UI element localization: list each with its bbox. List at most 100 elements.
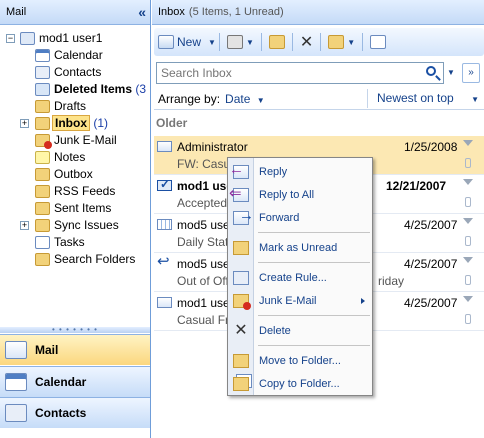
reply-options-button[interactable]: ▼ [324, 31, 359, 53]
print-dropdown-icon[interactable]: ▼ [246, 38, 254, 47]
tree-item-label: Contacts [54, 65, 102, 79]
tree-item-label: RSS Feeds [54, 184, 116, 198]
reply-all-icon [229, 184, 249, 202]
category-box[interactable] [465, 236, 471, 246]
tree-item-label: Notes [54, 150, 86, 164]
search-folders-icon [35, 253, 50, 266]
message-subject: Out of Off [177, 274, 229, 288]
inbox-icon [35, 117, 50, 130]
reply-options-icon [328, 35, 345, 49]
deleted-items-icon [35, 83, 50, 96]
reply-options-dropdown-icon[interactable]: ▼ [347, 38, 355, 47]
tree-item-sent-items[interactable]: Sent Items [0, 200, 150, 217]
arrange-bar: Arrange by: Date ▼ Newest on top ▼ [154, 88, 484, 110]
menu-item-reply[interactable]: Reply [228, 161, 372, 182]
nav-button-label: Mail [35, 343, 59, 357]
delete-button[interactable]: ✕ [296, 31, 317, 53]
category-box[interactable] [465, 275, 471, 285]
tree-item-deleted-items[interactable]: Deleted Items (3 [0, 81, 150, 98]
collapse-expander-icon[interactable]: − [6, 34, 15, 43]
menu-item-delete[interactable]: ✕ Delete [228, 321, 372, 341]
tree-item-sync-issues[interactable]: + Sync Issues [0, 217, 150, 234]
outbox-icon [35, 168, 50, 181]
tree-item-notes[interactable]: Notes [0, 149, 150, 166]
pane-splitter-grip[interactable]: • • • • • • • [0, 326, 150, 334]
arrange-by-value: Date [225, 91, 251, 106]
nav-button-mail[interactable]: Mail [0, 334, 150, 365]
new-button[interactable]: New [154, 31, 205, 53]
menu-item-label: Create Rule... [259, 272, 327, 284]
expand-expander-icon[interactable]: + [20, 119, 29, 128]
tree-item-search-folders[interactable]: Search Folders [0, 251, 150, 268]
search-options-dropdown-icon[interactable]: ▼ [447, 68, 455, 77]
menu-item-label: Delete [259, 325, 291, 337]
junk-icon [233, 294, 251, 310]
folder-header: Inbox (5 Items, 1 Unread) [152, 0, 484, 25]
sort-order-button[interactable]: Newest on top ▼ [367, 89, 481, 108]
new-dropdown-icon[interactable]: ▼ [208, 38, 216, 47]
tree-item-label: Tasks [54, 235, 85, 249]
address-book-icon [370, 35, 387, 49]
arrange-by-dropdown[interactable]: Date ▼ [225, 92, 265, 106]
nav-button-contacts[interactable]: Contacts [0, 397, 150, 428]
tree-item-label: Inbox [52, 115, 90, 131]
menu-item-reply-all[interactable]: Reply to All [228, 184, 372, 205]
flag-icon[interactable] [463, 179, 473, 185]
flag-icon[interactable] [463, 140, 473, 146]
group-header[interactable]: Older [156, 116, 187, 130]
menu-item-copy-to-folder[interactable]: Copy to Folder... [228, 374, 372, 394]
nav-button-calendar[interactable]: Calendar [0, 366, 150, 397]
menu-item-label: Move to Folder... [259, 355, 341, 367]
tree-item-drafts[interactable]: Drafts [0, 98, 150, 115]
search-icon[interactable] [426, 66, 436, 76]
menu-item-create-rule[interactable]: Create Rule... [228, 268, 372, 288]
rss-feeds-icon [35, 185, 50, 198]
search-row: ▼ » [156, 62, 482, 84]
message-date: 12/21/2007 [386, 179, 447, 193]
menu-item-junk-email[interactable]: Junk E-Mail [228, 291, 372, 311]
tree-item-contacts[interactable]: Contacts [0, 64, 150, 81]
menu-item-move-to-folder[interactable]: Move to Folder... [228, 351, 372, 371]
menu-separator [258, 315, 370, 316]
tree-item-inbox[interactable]: + Inbox (1) [0, 115, 150, 132]
flag-icon[interactable] [463, 296, 473, 302]
menu-item-mark-unread[interactable]: Mark as Unread [228, 238, 372, 258]
address-book-button[interactable] [366, 31, 390, 53]
tree-item-outbox[interactable]: Outbox [0, 166, 150, 183]
tree-item-mailbox[interactable]: − mod1 user1 [0, 30, 150, 47]
tree-item-rss-feeds[interactable]: RSS Feeds [0, 183, 150, 200]
flag-icon[interactable] [463, 218, 473, 224]
tree-item-label: Outbox [54, 167, 93, 181]
collapse-pane-icon[interactable]: « [138, 4, 146, 20]
menu-separator [258, 232, 370, 233]
tree-item-label: Drafts [54, 99, 87, 113]
flag-icon[interactable] [463, 257, 473, 263]
print-button[interactable]: ▼ [223, 31, 258, 53]
tree-item-junk-email[interactable]: Junk E-Mail [0, 132, 150, 149]
copy-to-folder-icon [233, 377, 249, 391]
category-box[interactable] [465, 158, 471, 168]
nav-title: Mail [6, 6, 27, 18]
tree-item-calendar[interactable]: Calendar [0, 47, 150, 64]
menu-item-forward[interactable]: Forward [228, 207, 372, 228]
expand-expander-icon[interactable]: + [20, 221, 29, 230]
category-box[interactable] [465, 197, 471, 207]
expand-query-builder-icon[interactable]: » [462, 63, 480, 83]
replied-icon [157, 252, 172, 270]
message-subject: Casual Fri [177, 313, 232, 327]
message-sender: Administrator [177, 140, 248, 154]
message-subject: Daily Stat [177, 235, 229, 249]
envelope-icon [157, 141, 172, 152]
search-input[interactable] [156, 62, 444, 84]
message-sender: mod5 user [177, 218, 234, 232]
contacts-icon [5, 404, 27, 422]
toolbar-separator [362, 33, 364, 51]
move-to-folder-button[interactable] [265, 31, 289, 53]
menu-separator [258, 345, 370, 346]
message-sender: mod1 user [177, 296, 234, 310]
category-box[interactable] [465, 314, 471, 324]
reply-icon [229, 161, 249, 179]
nav-button-label: Calendar [35, 375, 87, 389]
tree-item-tasks[interactable]: Tasks [0, 234, 150, 251]
junk-icon [35, 134, 52, 149]
